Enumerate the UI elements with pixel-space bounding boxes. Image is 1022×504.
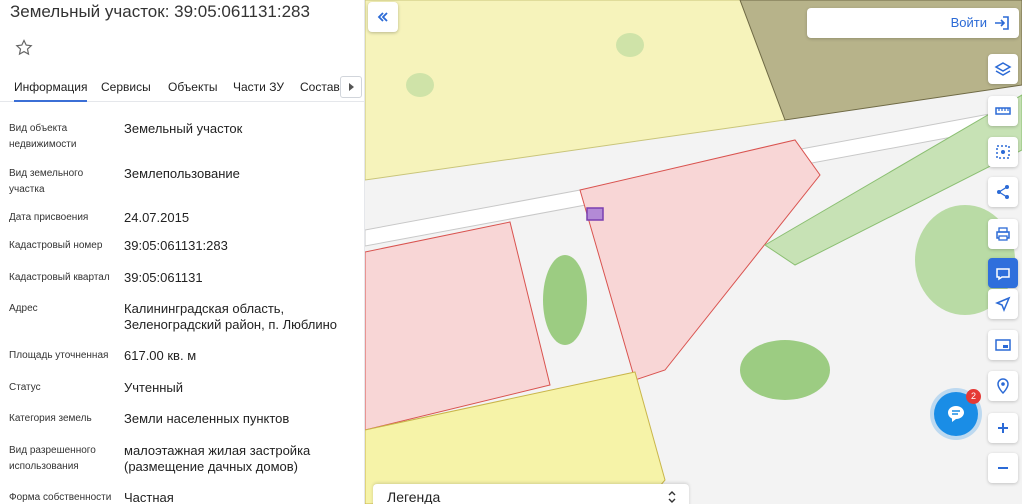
panel-title: Земельный участок: 39:05:061131:283	[10, 2, 310, 21]
info-panel: Земельный участок: 39:05:061131:283 Инфо…	[0, 0, 365, 504]
tab-parts[interactable]: Части ЗУ	[233, 80, 284, 94]
map-info-button[interactable]	[988, 258, 1018, 288]
attr-label: Адрес	[9, 303, 38, 314]
attr-value: 617.00 кв. м	[124, 348, 197, 363]
tabs-scroll-right-button[interactable]	[340, 76, 362, 98]
zoom-out-icon	[998, 467, 1008, 469]
star-outline-icon[interactable]	[14, 38, 34, 58]
chevron-right-icon	[348, 83, 354, 91]
login-button[interactable]: Войти	[807, 8, 1019, 38]
attr-label: Площадь уточненная	[9, 350, 109, 361]
zoom-in-icon	[998, 423, 1008, 433]
double-chevron-left-icon	[377, 12, 388, 22]
zoom-in-button[interactable]	[988, 413, 1018, 443]
attr-value: Земли населенных пунктов	[124, 411, 290, 426]
cadastral-map[interactable]	[365, 0, 1022, 504]
attr-label: Дата присвоения	[9, 212, 89, 223]
tab-services[interactable]: Сервисы	[101, 80, 151, 94]
select-area-icon	[996, 145, 1010, 159]
tab-objects[interactable]: Объекты	[168, 80, 218, 94]
tab-information[interactable]: Информация	[14, 80, 88, 102]
attr-value: 39:05:061131:283	[124, 238, 228, 253]
navigate-icon	[995, 296, 1011, 312]
attr-label: Кадастровый квартал	[9, 272, 110, 283]
chat-icon	[948, 406, 964, 422]
attr-value: малоэтажная жилая застройка (размещение …	[124, 443, 311, 474]
attr-value: Учтенный	[124, 380, 184, 395]
attr-value: Частная	[124, 490, 174, 504]
attr-value: Землепользование	[124, 166, 240, 181]
sort-caret-icon	[668, 491, 676, 503]
navigate-button[interactable]	[988, 289, 1018, 319]
login-icon	[995, 16, 1009, 30]
attr-label: Вид объекта недвижимости	[9, 123, 77, 150]
tab-bar: Информация Сервисы Объекты Части ЗУ Сост…	[0, 72, 364, 102]
layers-icon	[994, 62, 1012, 76]
location-pin-button[interactable]	[988, 371, 1018, 401]
attr-label: Вид разрешенного использования	[9, 445, 96, 472]
share-button[interactable]	[988, 177, 1018, 207]
attr-label: Статус	[9, 382, 41, 393]
attr-label: Категория земель	[9, 413, 92, 424]
attr-label: Кадастровый номер	[9, 240, 103, 251]
map-canvas[interactable]	[365, 0, 1022, 504]
ruler-icon	[995, 107, 1011, 115]
chat-badge: 2	[966, 389, 981, 404]
zoom-out-button[interactable]	[988, 453, 1018, 483]
collapse-panel-button[interactable]	[368, 2, 398, 32]
print-button[interactable]	[988, 219, 1018, 249]
legend-toggle[interactable]: Легенда	[373, 484, 689, 504]
legend-label: Легенда	[387, 489, 441, 504]
attr-value: Калининградская область, Зеленоградский …	[124, 301, 338, 332]
layers-button[interactable]	[988, 54, 1018, 84]
login-label: Войти	[950, 15, 987, 30]
attr-label: Форма собственности	[9, 492, 112, 503]
print-icon	[996, 227, 1010, 241]
location-pin-icon	[997, 378, 1009, 395]
attr-value: 39:05:061131	[124, 270, 203, 285]
attr-label: Вид земельного участка	[9, 168, 84, 195]
tab-composition[interactable]: Состав	[300, 80, 340, 94]
map-info-icon	[996, 268, 1010, 281]
ruler-button[interactable]	[988, 96, 1018, 126]
share-icon	[997, 185, 1009, 199]
attr-value: 24.07.2015	[124, 210, 190, 225]
minimap-icon	[995, 339, 1011, 351]
select-area-button[interactable]	[988, 137, 1018, 167]
minimap-button[interactable]	[988, 330, 1018, 360]
attr-value: Земельный участок	[124, 121, 243, 136]
